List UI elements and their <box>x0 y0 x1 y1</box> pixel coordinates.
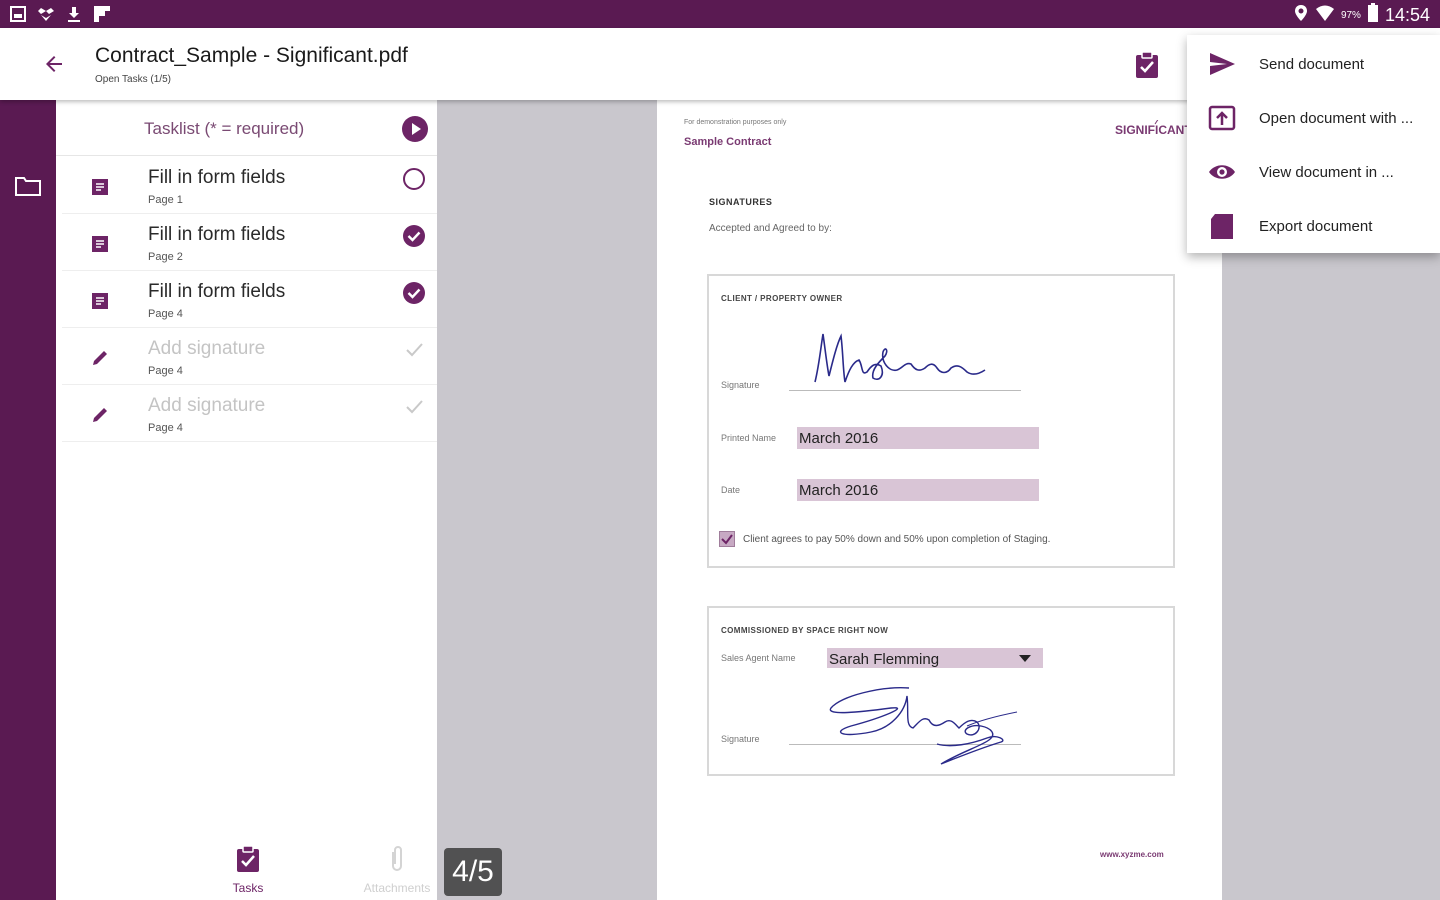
significant-logo: SIGNIFICANT <box>1115 120 1192 137</box>
open-tasks-count: Open Tasks (1/5) <box>95 74 171 85</box>
clock: 14:54 <box>1384 5 1430 25</box>
tab-tasks-label: Tasks <box>232 881 264 895</box>
task-label: Fill in form fields <box>148 281 286 302</box>
signature-line <box>789 390 1021 391</box>
left-rail <box>0 100 56 900</box>
task-item[interactable]: Fill in form fields Page 4 <box>62 271 437 328</box>
accepted-text: Accepted and Agreed to by: <box>709 223 832 234</box>
dropdown-arrow-icon <box>1019 655 1031 662</box>
agent-name-select[interactable]: Sarah Flemming <box>827 648 1043 668</box>
menu-item-label: Export document <box>1259 218 1373 235</box>
gallery-notification-icon <box>8 4 28 24</box>
check-icon <box>406 400 423 414</box>
dropbox-notification-icon <box>36 4 56 24</box>
task-item[interactable]: Add signature Page 4 <box>62 328 437 385</box>
task-page: Page 1 <box>148 194 183 206</box>
menu-item-label: Send document <box>1259 56 1365 73</box>
task-item[interactable]: Fill in form fields Page 2 <box>62 214 437 271</box>
agent-signature-box: COMMISSIONED BY SPACE RIGHT NOW Sales Ag… <box>707 606 1175 776</box>
menu-item-send-document[interactable]: Send document <box>1187 37 1440 91</box>
agent-heading: COMMISSIONED BY SPACE RIGHT NOW <box>721 626 889 635</box>
printed-name-label: Printed Name <box>721 433 777 443</box>
status-bar: 97% 14:54 <box>0 0 1440 28</box>
menu-item-export-document[interactable]: Export document <box>1187 199 1440 253</box>
date-label: Date <box>721 485 741 495</box>
folder-button[interactable] <box>14 174 42 198</box>
owner-signature-box: CLIENT / PROPERTY OWNER Signature Printe… <box>707 274 1175 568</box>
footer-url: www.xyzme.com <box>1100 850 1164 859</box>
task-item[interactable]: Fill in form fields Page 1 <box>62 157 437 214</box>
task-panel: Tasklist (* = required) Fill in form fie… <box>56 100 437 900</box>
demo-note: For demonstration purposes only <box>684 119 787 126</box>
menu-item-open-with[interactable]: Open document with ... <box>1187 91 1440 145</box>
checkmark-icon <box>721 534 733 545</box>
circle-outline-icon <box>403 168 425 190</box>
check-icon <box>406 343 423 357</box>
open-with-icon <box>1208 105 1236 131</box>
checkbox-text: Client agrees to pay 50% down and 50% up… <box>743 534 1051 545</box>
check-circle-icon <box>403 282 425 304</box>
task-page: Page 4 <box>148 422 183 434</box>
menu-item-view-in[interactable]: View document in ... <box>1187 145 1440 199</box>
tab-attachments-label: Attachments <box>363 881 431 895</box>
logo-text: SIGNIFICANT <box>1115 123 1192 137</box>
agent-name-label: Sales Agent Name <box>721 653 796 663</box>
menu-item-label: Open document with ... <box>1259 110 1414 127</box>
agent-signature-label: Signature <box>721 734 760 744</box>
task-label: Fill in form fields <box>148 224 286 245</box>
battery-percent: 97% <box>1340 10 1361 21</box>
task-page: Page 4 <box>148 308 183 320</box>
system-status: 97% 14:54 <box>1293 3 1430 28</box>
form-icon <box>92 236 108 252</box>
download-notification-icon <box>64 4 84 24</box>
task-page: Page 4 <box>148 365 183 377</box>
doc-title: Sample Contract <box>684 136 772 148</box>
tasklist-header: Tasklist (* = required) <box>56 100 437 156</box>
tasks-action-button[interactable] <box>1132 50 1164 82</box>
agent-name-value: Sarah Flemming <box>829 651 940 668</box>
agent-signature[interactable] <box>821 682 1021 766</box>
task-item[interactable]: Add signature Page 4 <box>62 385 437 442</box>
check-circle-icon <box>403 225 425 247</box>
menu-item-label: View document in ... <box>1259 164 1394 181</box>
task-page: Page 2 <box>148 251 183 263</box>
tasklist-title: Tasklist (* = required) <box>144 119 305 138</box>
arrow-back-icon <box>46 56 62 72</box>
export-icon <box>1211 214 1233 239</box>
notification-icons <box>8 4 112 24</box>
task-label: Add signature <box>148 338 266 359</box>
wifi-icon <box>1315 4 1335 27</box>
back-button[interactable] <box>36 48 72 80</box>
paperclip-icon <box>392 846 402 871</box>
tab-attachments[interactable]: Attachments <box>352 844 442 896</box>
form-icon <box>92 293 108 309</box>
clipboard-check-icon <box>237 845 259 872</box>
signatures-heading: SIGNATURES <box>709 197 773 207</box>
task-label: Fill in form fields <box>148 167 286 188</box>
pen-icon <box>93 351 107 365</box>
page-indicator: 4/5 <box>444 848 502 896</box>
signature-label: Signature <box>721 380 760 390</box>
overflow-menu: Send document Open document with ... Vie… <box>1187 35 1440 253</box>
document-title: Contract_Sample - Significant.pdf <box>95 44 408 67</box>
owner-signature[interactable] <box>809 326 989 390</box>
printed-name-field[interactable]: March 2016 <box>797 427 1039 449</box>
payment-agreement-checkbox[interactable] <box>719 531 735 547</box>
start-tasks-button[interactable] <box>402 116 428 142</box>
eye-icon <box>1209 165 1235 179</box>
clipboard-check-icon <box>1136 51 1158 78</box>
form-icon <box>92 179 108 195</box>
document-page: For demonstration purposes only Sample C… <box>657 100 1222 900</box>
send-icon <box>1210 53 1235 75</box>
owner-heading: CLIENT / PROPERTY OWNER <box>721 294 843 303</box>
task-label: Add signature <box>148 395 266 416</box>
pen-icon <box>93 408 107 422</box>
folder-icon <box>15 177 41 196</box>
flipboard-notification-icon <box>92 4 112 24</box>
bottom-navigation: Tasks Attachments <box>56 838 437 900</box>
battery-icon <box>1367 3 1379 28</box>
tab-tasks[interactable]: Tasks <box>224 844 272 896</box>
location-icon <box>1293 4 1309 27</box>
date-field[interactable]: March 2016 <box>797 479 1039 501</box>
